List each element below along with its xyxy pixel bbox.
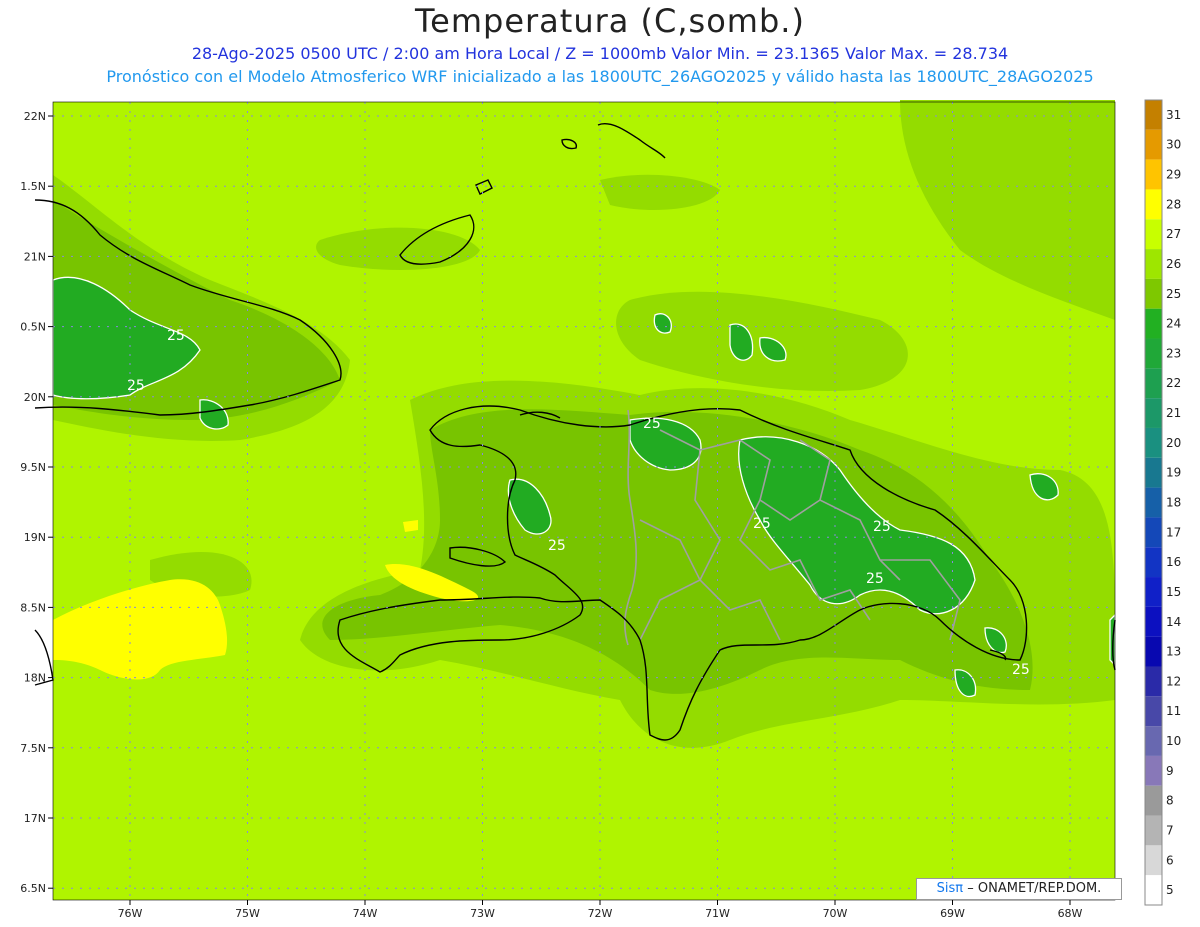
colorbar-label: 9: [1166, 764, 1174, 778]
colorbar-swatch: [1145, 189, 1162, 220]
contour-label: 25: [548, 538, 566, 554]
colorbar-label: 11: [1166, 704, 1181, 718]
contour-label: 25: [127, 378, 145, 394]
colorbar-swatch: [1145, 726, 1162, 756]
longitude-label: 69W: [940, 907, 965, 920]
longitude-label: 73W: [470, 907, 495, 920]
longitude-label: 68W: [1058, 907, 1083, 920]
colorbar-swatch: [1145, 398, 1162, 428]
longitude-axis: 76W 75W 74W 73W 72W 71W 70W 69W 68W: [118, 900, 1083, 920]
colorbar-label: 15: [1166, 585, 1181, 599]
colorbar-swatch: [1145, 696, 1162, 727]
colorbar-swatch: [1145, 517, 1162, 548]
latitude-label: 0.5N: [20, 321, 46, 334]
latitude-label: 9.5N: [20, 461, 46, 474]
longitude-label: 72W: [588, 907, 613, 920]
colorbar-swatch: [1145, 755, 1162, 786]
longitude-label: 74W: [353, 907, 378, 920]
colorbar-swatch: [1145, 577, 1162, 607]
colorbar-label: 26: [1166, 257, 1181, 271]
colorbar-swatch: [1145, 100, 1162, 130]
credit-box: Sisπ – ONAMET/REP.DOM.: [916, 878, 1122, 900]
colorbar-label: 23: [1166, 346, 1181, 360]
contour-label: 25: [167, 328, 185, 344]
colorbar-swatch: [1145, 249, 1162, 279]
contour-label: 25: [643, 416, 661, 432]
colorbar-label: 29: [1166, 168, 1181, 182]
latitude-label: 20N: [24, 391, 46, 404]
colorbar-label: 31: [1166, 108, 1181, 122]
colorbar-label: 8: [1166, 794, 1174, 808]
latitude-label: 7.5N: [20, 742, 46, 755]
colorbar-swatch: [1145, 219, 1162, 250]
colorbar-swatch: [1145, 845, 1162, 876]
colorbar-label: 7: [1166, 823, 1174, 837]
longitude-label: 75W: [235, 907, 260, 920]
temperature-colorbar: 31 30 29 28 27 26 25 24 23 22 21 20 19 18 17 16 15 14 13 12…: [1144, 99, 1181, 906]
colorbar-label: 12: [1166, 674, 1181, 688]
colorbar-swatch: [1145, 159, 1162, 190]
colorbar-swatch: [1145, 129, 1162, 160]
contour-label: 25: [753, 516, 771, 532]
colorbar-label: 19: [1166, 466, 1181, 480]
colorbar-label: 24: [1166, 317, 1181, 331]
longitude-label: 70W: [823, 907, 848, 920]
latitude-label: 6.5N: [20, 882, 46, 895]
colorbar-swatch: [1145, 785, 1162, 816]
colorbar-swatch: [1145, 666, 1162, 697]
latitude-label: 19N: [24, 531, 46, 544]
latitude-axis: 22N 1.5N 21N 0.5N 20N 9.5N 19N 8.5N 18N 7.5N 17N 6.…: [20, 110, 53, 895]
colorbar-label: 10: [1166, 734, 1181, 748]
colorbar-swatch: [1145, 278, 1162, 309]
colorbar-label: 16: [1166, 555, 1181, 569]
colorbar-swatch: [1145, 875, 1162, 905]
latitude-label: 21N: [24, 250, 46, 263]
colorbar-label: 20: [1166, 436, 1181, 450]
colorbar-swatch: [1145, 547, 1162, 578]
colorbar-label: 17: [1166, 525, 1181, 539]
credit-separator: –: [967, 881, 978, 896]
colorbar-swatch: [1145, 815, 1162, 846]
colorbar-label: 25: [1166, 287, 1181, 301]
colorbar-label: 18: [1166, 496, 1181, 510]
credit-brand: Sisπ: [936, 881, 964, 896]
colorbar-label: 5: [1166, 883, 1174, 897]
colorbar-swatch: [1145, 427, 1162, 458]
colorbar-label: 28: [1166, 197, 1181, 211]
colorbar-swatch: [1145, 457, 1162, 488]
colorbar-swatch: [1145, 487, 1162, 518]
contour-label: 25: [1012, 662, 1030, 678]
colorbar-label: 27: [1166, 227, 1181, 241]
colorbar-swatch: [1145, 636, 1162, 667]
temperature-map: 25 25 25 25 25 25 25 25 22N 1.5N 21N 0.5N 20…: [20, 99, 1181, 920]
contour-label: 25: [866, 571, 884, 587]
colorbar-swatch: [1145, 308, 1162, 339]
colorbar-label: 13: [1166, 645, 1181, 659]
latitude-label: 17N: [24, 812, 46, 825]
latitude-label: 18N: [24, 672, 46, 685]
colorbar-swatch: [1145, 368, 1162, 399]
colorbar-label: 6: [1166, 853, 1174, 867]
longitude-label: 76W: [118, 907, 143, 920]
colorbar-label: 30: [1166, 138, 1181, 152]
colorbar-swatch: [1145, 338, 1162, 369]
colorbar-label: 21: [1166, 406, 1181, 420]
latitude-label: 1.5N: [20, 180, 46, 193]
colorbar-swatch: [1145, 606, 1162, 637]
colorbar-label: 22: [1166, 376, 1181, 390]
longitude-label: 71W: [705, 907, 730, 920]
contour-label: 25: [873, 519, 891, 535]
colorbar-label: 14: [1166, 615, 1181, 629]
latitude-label: 8.5N: [20, 601, 46, 614]
latitude-label: 22N: [24, 110, 46, 123]
credit-org: ONAMET/REP.DOM.: [977, 881, 1102, 896]
